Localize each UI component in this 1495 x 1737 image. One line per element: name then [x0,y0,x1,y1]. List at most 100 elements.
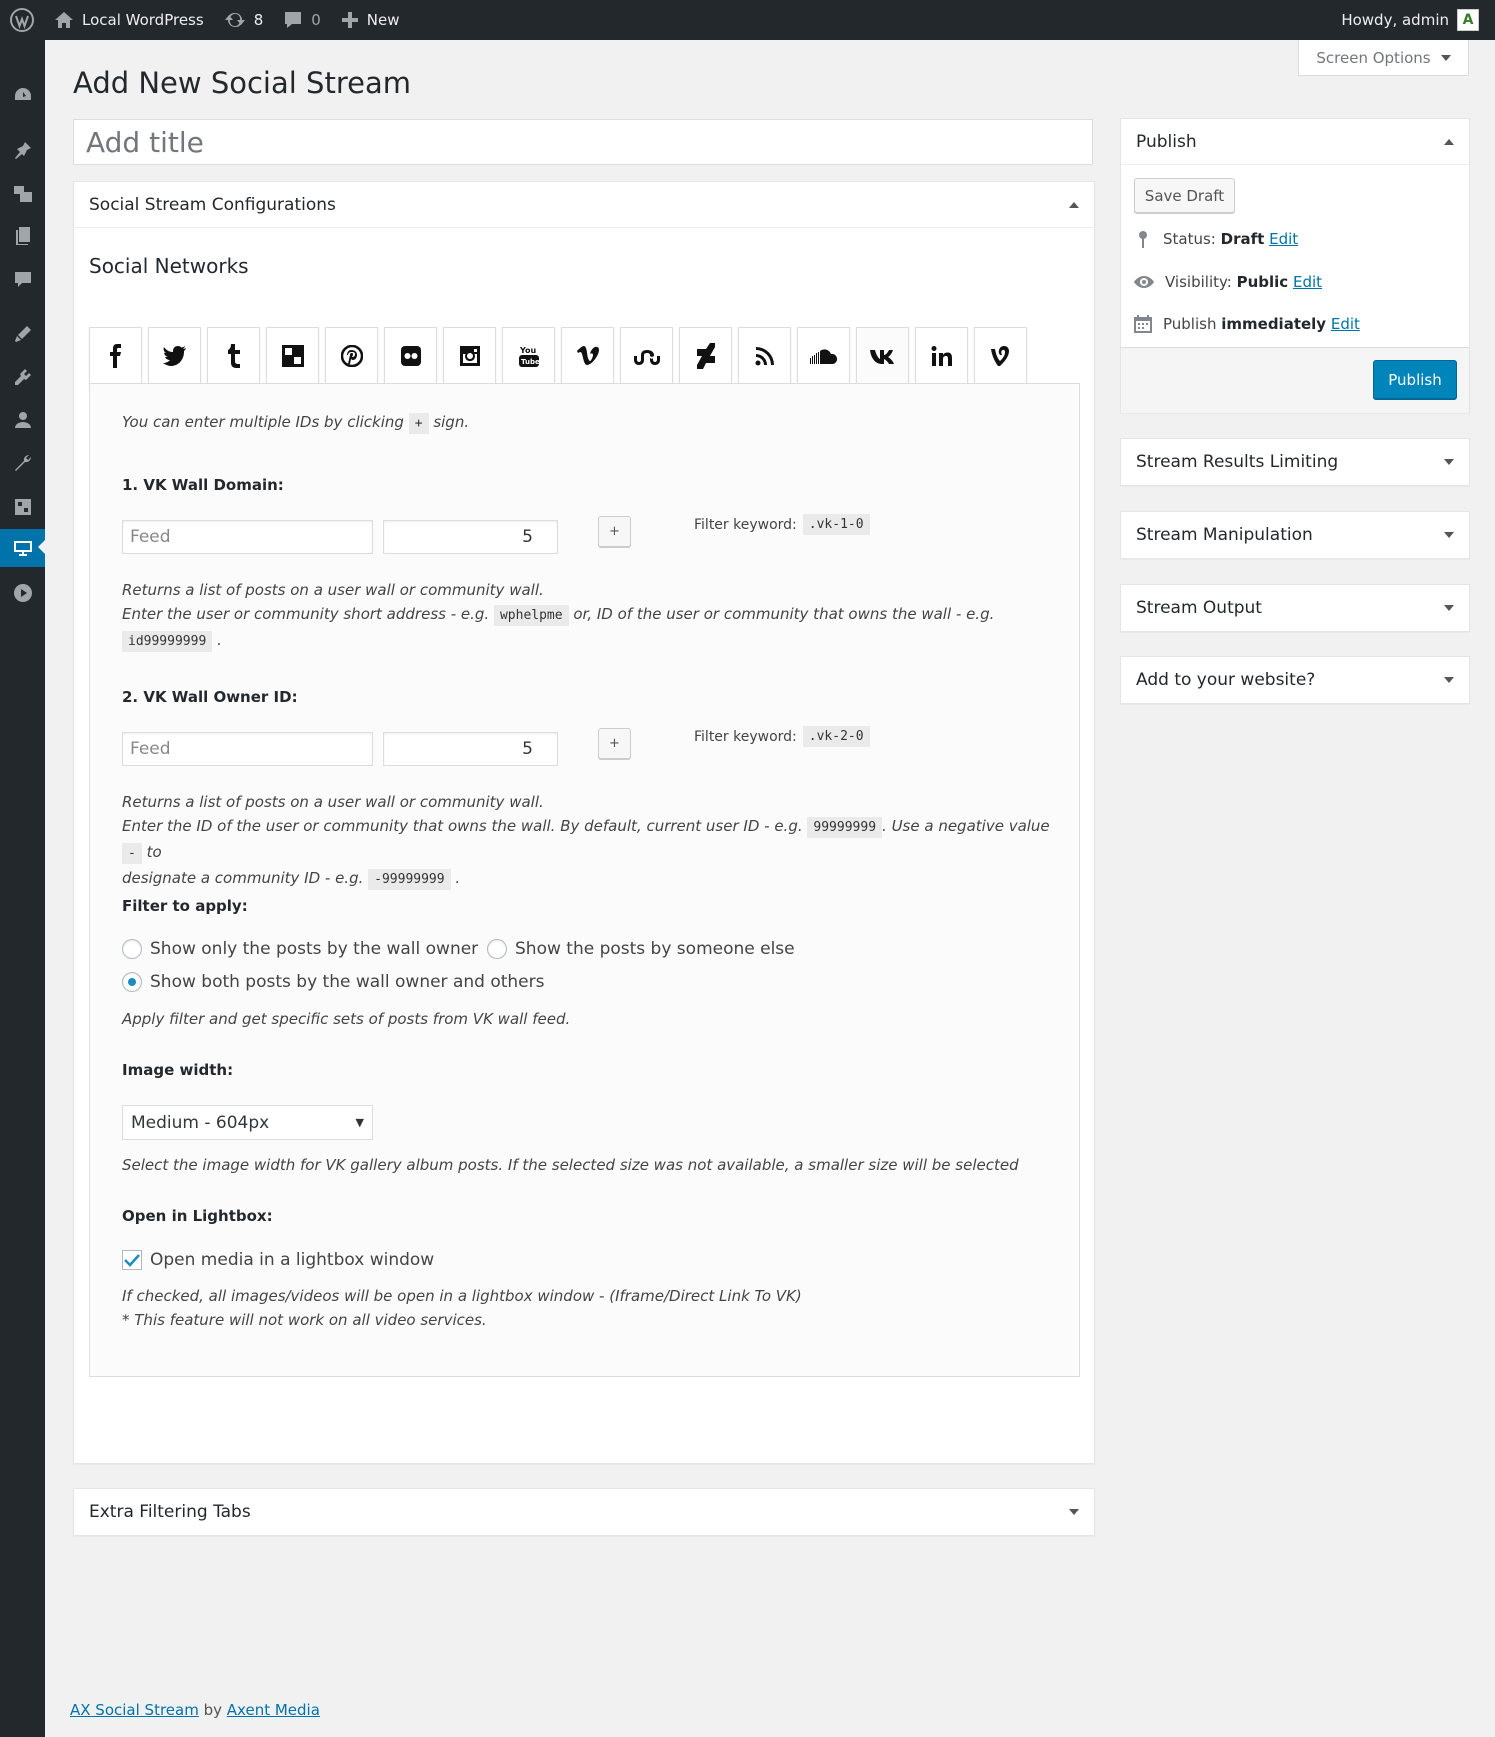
rss-tab[interactable] [738,327,791,384]
desc-text: to [146,843,162,861]
appearance-icon[interactable] [0,316,45,352]
rss-icon [755,347,774,366]
pinterest-icon [340,345,363,367]
vk-wall-owner-id-count-input[interactable]: 5 [383,732,558,766]
radio-button[interactable] [487,939,507,959]
pinterest-tab[interactable] [325,327,378,384]
lightbox-description: If checked, all images/videos will be op… [122,1284,802,1332]
footer: AX Social Stream by Axent Media [70,1701,320,1719]
vk-wall-owner-id-feed-input[interactable] [122,732,373,766]
config-box-header[interactable]: Social Stream Configurations [74,182,1094,228]
desc-text: . [455,869,461,887]
soundcloud-tab[interactable] [797,327,850,384]
youtube-tab[interactable]: You Tube [502,327,555,384]
video-icon[interactable] [0,575,45,611]
vk-wall-owner-id-desc-line1: Returns a list of posts on a user wall o… [122,793,544,811]
comments-menu-icon[interactable] [0,262,45,298]
save-draft-button[interactable]: Save Draft [1134,178,1235,213]
radio-button-checked[interactable] [122,972,142,992]
my-account-link[interactable]: Howdy, admin A [1331,0,1495,40]
publish-date-row: Publish immediately Edit [1133,314,1360,334]
lightbox-checkbox[interactable] [122,1250,142,1270]
title-input[interactable] [73,119,1093,165]
publish-actions: Publish [1121,347,1469,413]
visibility-edit-link[interactable]: Edit [1293,273,1322,291]
lightbox-option[interactable]: Open media in a lightbox window [122,1250,434,1270]
comments-link[interactable]: 0 [273,0,331,40]
publish-box-header[interactable]: Publish [1121,119,1469,165]
tumblr-tab[interactable] [207,327,260,384]
desc-text: Enter the user or community short addres… [122,605,490,623]
screen-options-label: Screen Options [1316,48,1431,67]
plugin-link[interactable]: AX Social Stream [70,1701,199,1719]
greeting: Howdy, admin [1341,11,1449,29]
media-icon[interactable] [0,176,45,212]
calendar-icon [1134,315,1152,333]
deviantart-tab[interactable] [679,327,732,384]
filter-description: Apply filter and get specific sets of po… [122,1010,571,1028]
image-width-selected: Medium - 604px [131,1112,270,1133]
add-to-website-header[interactable]: Add to your website? [1121,657,1469,703]
expand-arrow-icon [1069,1509,1079,1515]
twitter-tab[interactable] [148,327,201,384]
publish-date-value: immediately [1221,315,1327,333]
vk-wall-domain-count-input[interactable]: 5 [383,520,558,554]
vimeo-tab[interactable] [561,327,614,384]
vine-tab[interactable] [974,327,1027,384]
pages-icon[interactable] [0,218,45,254]
stream-manipulation-header[interactable]: Stream Manipulation [1121,512,1469,558]
status-text: Status: Draft Edit [1163,230,1298,248]
publish-date-edit-link[interactable]: Edit [1331,315,1360,333]
image-width-label: Image width: [122,1061,233,1079]
comments-count: 0 [311,11,321,29]
radio-button[interactable] [122,939,142,959]
updates-link[interactable]: 8 [214,0,274,40]
vk-wall-owner-id-add-button[interactable]: + [598,728,631,759]
image-width-select[interactable]: Medium - 604px ▼ [122,1105,373,1140]
vk-wall-domain-feed-input[interactable] [122,520,373,554]
stream-output-header[interactable]: Stream Output [1121,585,1469,631]
vk-wall-domain-description: Returns a list of posts on a user wall o… [122,578,1052,654]
vk-wall-owner-id-desc-line2: Enter the ID of the user or community th… [122,814,1062,866]
plugins-icon[interactable] [0,359,45,395]
instagram-tab[interactable] [443,327,496,384]
vk-tab[interactable] [856,327,909,385]
updates-icon [224,12,245,28]
vk-wall-domain-add-button[interactable]: + [598,516,631,547]
delicious-tab[interactable] [266,327,319,384]
facebook-tab[interactable] [89,327,142,384]
publish-button[interactable]: Publish [1373,360,1457,399]
stream-output-box: Stream Output [1120,584,1470,632]
linkedin-tab[interactable] [915,327,968,384]
vk-wall-owner-id-filter-keyword: Filter keyword: .vk-2-0 [694,726,870,747]
image-width-label-text: Image width [122,1061,228,1079]
extra-filtering-tabs-box: Extra Filtering Tabs [73,1488,1095,1536]
site-name-link[interactable]: Local WordPress [44,0,214,40]
dashboard-icon[interactable] [0,77,45,113]
vk-settings-panel: You can enter multiple IDs by clicking +… [89,383,1080,1377]
filter-option-someone-else[interactable]: Show the posts by someone else [487,939,795,959]
status-edit-link[interactable]: Edit [1269,230,1298,248]
stream-manipulation-title: Stream Manipulation [1136,525,1313,545]
tools-icon[interactable] [0,445,45,481]
stream-results-limiting-header[interactable]: Stream Results Limiting [1121,439,1469,485]
filter-option-wall-owner[interactable]: Show only the posts by the wall owner [122,939,478,959]
wordpress-logo-icon[interactable] [0,0,44,40]
new-content-link[interactable]: New [331,0,410,40]
stumbleupon-tab[interactable] [620,327,673,384]
vimeo-icon [576,346,599,365]
stream-results-limiting-title: Stream Results Limiting [1136,452,1339,472]
author-link[interactable]: Axent Media [227,1701,320,1719]
posts-icon[interactable] [0,132,45,168]
flickr-tab[interactable] [384,327,437,384]
desc-code: id99999999 [122,631,213,652]
users-icon[interactable] [0,402,45,438]
extra-filtering-tabs-header[interactable]: Extra Filtering Tabs [74,1489,1094,1535]
social-stream-icon[interactable] [0,529,45,567]
filter-option-both[interactable]: Show both posts by the wall owner and ot… [122,972,544,992]
label-colon: : [277,476,284,494]
desc-text: designate a community ID - e.g. [122,869,364,887]
settings-icon[interactable] [0,489,45,525]
admin-menu [0,40,45,1737]
screen-options-toggle[interactable]: Screen Options [1298,40,1469,76]
